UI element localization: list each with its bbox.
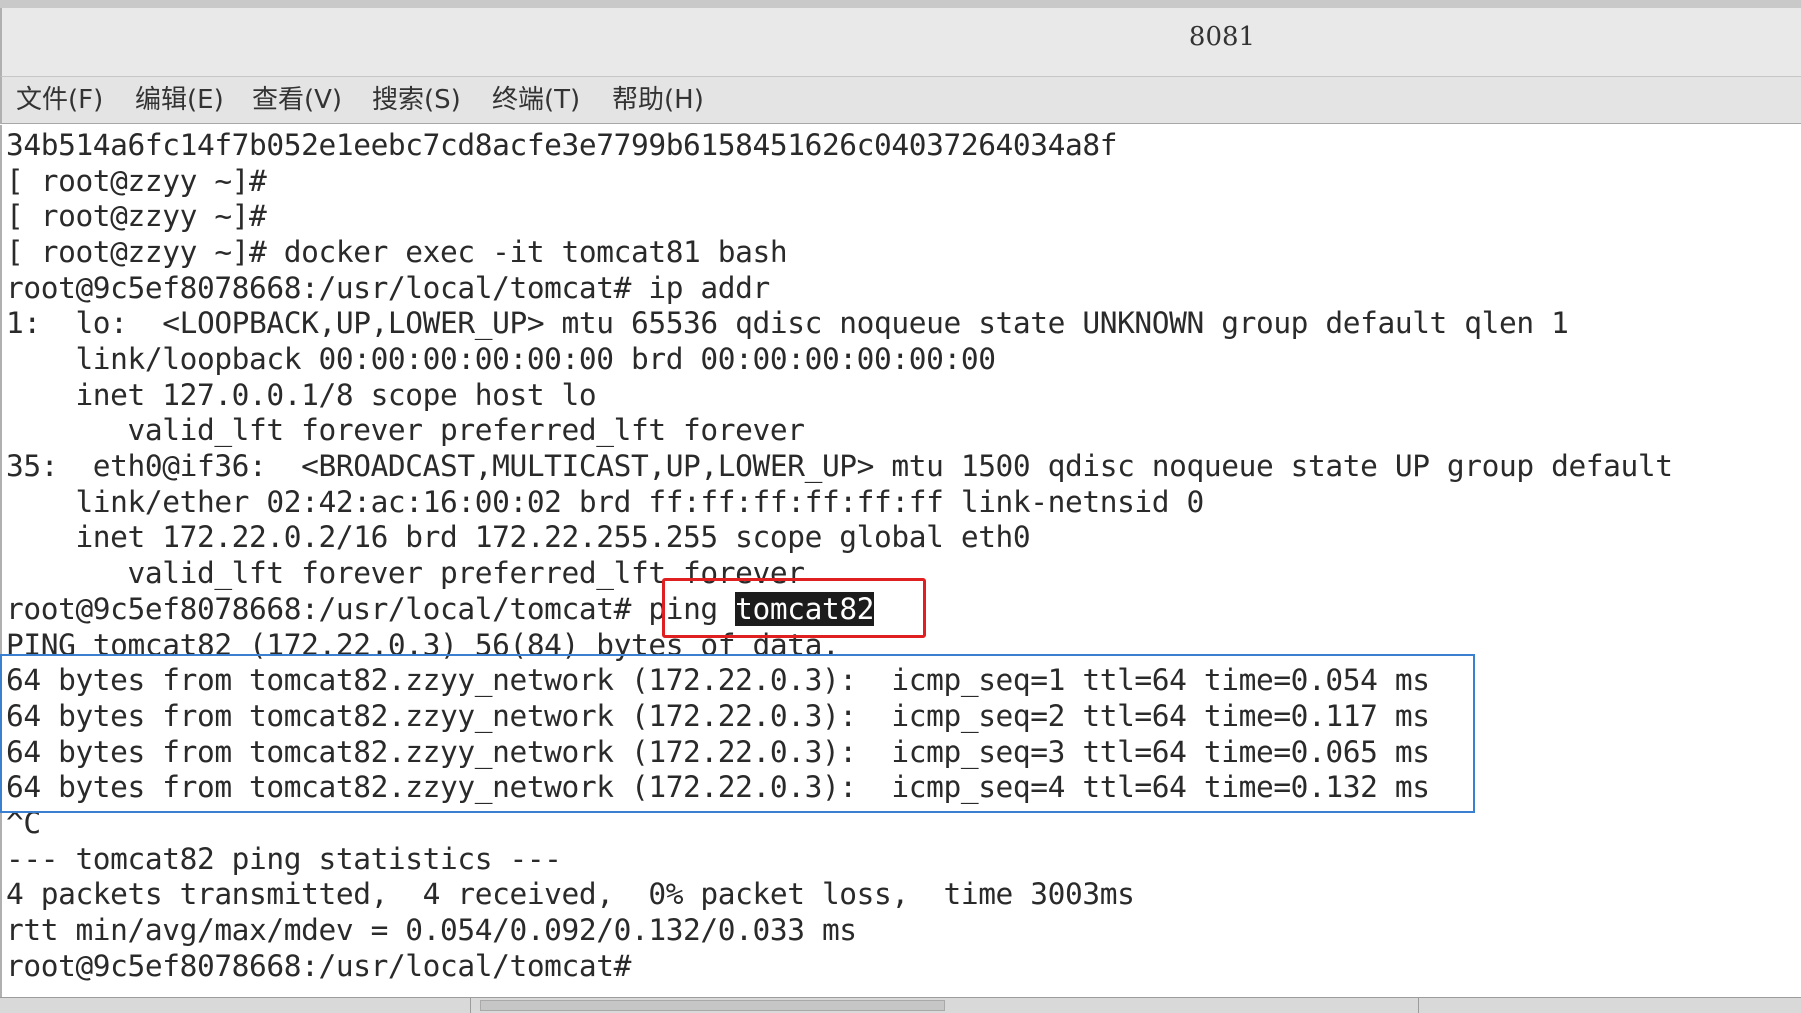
- shell-prompt: root@9c5ef8078668:/usr/local/tomcat#: [6, 592, 649, 626]
- terminal-line: [ root@zzyy ~]# docker exec -it tomcat81…: [6, 235, 788, 269]
- menu-help[interactable]: 帮助(H): [612, 83, 704, 117]
- terminal-line: inet 172.22.0.2/16 brd 172.22.255.255 sc…: [6, 520, 1031, 554]
- menu-terminal[interactable]: 终端(T): [492, 83, 580, 117]
- menu-bar: 文件(F) 编辑(E) 查看(V) 搜索(S) 终端(T) 帮助(H): [0, 76, 1801, 124]
- scrollbar-divider: [470, 998, 471, 1013]
- menu-view[interactable]: 查看(V): [252, 83, 342, 117]
- terminal-line: valid_lft forever preferred_lft forever: [6, 413, 805, 447]
- terminal-line: [ root@zzyy ~]#: [6, 164, 267, 198]
- horizontal-scrollbar[interactable]: [0, 997, 1801, 1013]
- terminal-line: [ root@zzyy ~]#: [6, 199, 267, 233]
- terminal-line: rtt min/avg/max/mdev = 0.054/0.092/0.132…: [6, 913, 857, 947]
- menu-edit[interactable]: 编辑(E): [135, 83, 224, 117]
- title-bar[interactable]: 8081: [0, 8, 1801, 76]
- red-highlight-box: [662, 578, 926, 638]
- terminal-line: inet 127.0.0.1/8 scope host lo: [6, 378, 597, 412]
- terminal-line: 4 packets transmitted, 4 received, 0% pa…: [6, 877, 1135, 911]
- terminal-line: link/ether 02:42:ac:16:00:02 brd ff:ff:f…: [6, 485, 1204, 519]
- terminal-line: 34b514a6fc14f7b052e1eebc7cd8acfe3e7799b6…: [6, 128, 1118, 162]
- blue-highlight-box: [0, 654, 1475, 813]
- terminal-line: root@9c5ef8078668:/usr/local/tomcat# ip …: [6, 271, 770, 305]
- window-title: 8081: [1188, 22, 1256, 52]
- terminal-line: link/loopback 00:00:00:00:00:00 brd 00:0…: [6, 342, 996, 376]
- menu-search[interactable]: 搜索(S): [372, 83, 461, 117]
- terminal-line: root@9c5ef8078668:/usr/local/tomcat#: [6, 949, 631, 983]
- terminal-line: 35: eth0@if36: <BROADCAST,MULTICAST,UP,L…: [6, 449, 1673, 483]
- scrollbar-divider: [1418, 998, 1419, 1013]
- menu-file[interactable]: 文件(F): [16, 83, 103, 117]
- scrollbar-thumb[interactable]: [480, 1000, 945, 1011]
- terminal-line: 1: lo: <LOOPBACK,UP,LOWER_UP> mtu 65536 …: [6, 306, 1569, 340]
- terminal-line: --- tomcat82 ping statistics ---: [6, 842, 562, 876]
- terminal-output[interactable]: 34b514a6fc14f7b052e1eebc7cd8acfe3e7799b6…: [0, 125, 1801, 997]
